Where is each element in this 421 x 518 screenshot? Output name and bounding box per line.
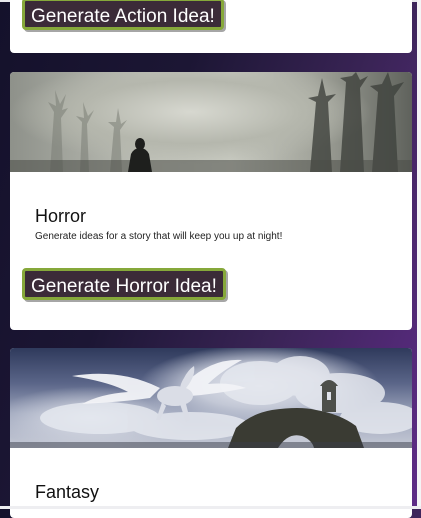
generate-action-idea-button[interactable]: Generate Action Idea! <box>22 0 224 30</box>
horror-card: Horror Generate ideas for a story that w… <box>10 72 412 330</box>
fantasy-card-title: Fantasy <box>35 482 100 502</box>
action-card: Generate Action Idea! <box>10 0 412 53</box>
horror-card-title: Horror <box>35 206 87 226</box>
horror-card-description: Generate ideas for a story that will kee… <box>35 231 283 242</box>
window-right-edge <box>417 0 421 509</box>
horror-image <box>10 72 412 172</box>
fantasy-card: Fantasy <box>10 348 412 518</box>
fantasy-image <box>10 348 412 448</box>
generate-horror-idea-button[interactable]: Generate Horror Idea! <box>22 268 226 300</box>
